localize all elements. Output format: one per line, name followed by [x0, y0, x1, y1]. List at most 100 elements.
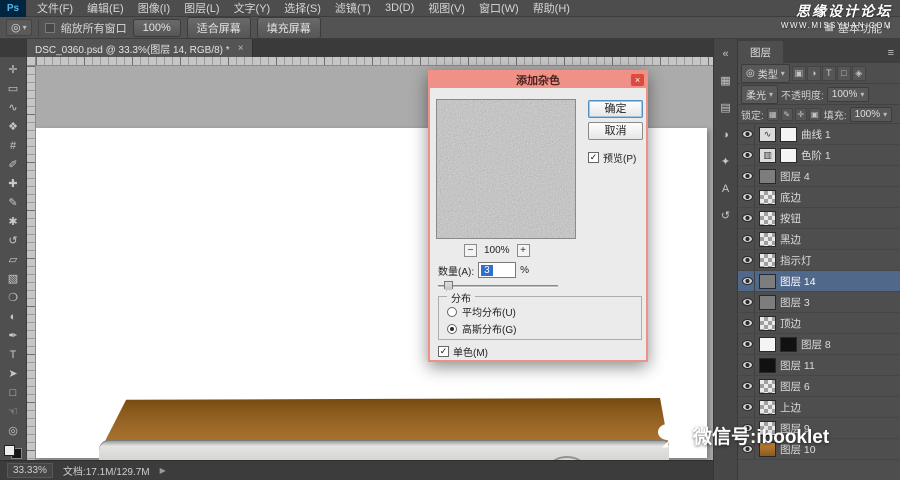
document-tab[interactable]: DSC_0360.psd @ 33.3%(图层 14, RGB/8) * × [27, 39, 253, 57]
layer-row[interactable]: 图层 14 [738, 271, 900, 292]
zoom-in-button[interactable]: + [516, 244, 530, 257]
noise-preview[interactable] [436, 99, 576, 239]
eyedropper-tool[interactable]: ✐ [2, 155, 25, 174]
expand-panels-icon[interactable]: « [716, 45, 736, 62]
zoom-all-windows-checkbox[interactable] [44, 22, 55, 33]
marquee-tool[interactable]: ▭ [2, 79, 25, 98]
tool-preset-picker[interactable]: ◎ ▾ [6, 19, 32, 36]
healing-brush-tool[interactable]: ✚ [2, 174, 25, 193]
layer-row[interactable]: 顶边 [738, 313, 900, 334]
close-tab-icon[interactable]: × [238, 43, 244, 54]
adjustments-panel-icon[interactable]: ◑ [716, 126, 736, 143]
layer-row[interactable]: 图层 11 [738, 355, 900, 376]
preview-checkbox[interactable]: ✓ [588, 152, 599, 163]
dodge-tool[interactable]: ◐ [2, 307, 25, 326]
lasso-tool[interactable]: ∿ [2, 98, 25, 117]
layer-row[interactable]: ∿ 曲线 1 [738, 124, 900, 145]
gradient-tool[interactable]: ▧ [2, 269, 25, 288]
quick-selection-tool[interactable]: ❖ [2, 117, 25, 136]
visibility-toggle[interactable] [740, 250, 755, 270]
filter-pixel-layers-icon[interactable]: ▣ [791, 65, 806, 81]
fit-screen-button[interactable]: 适合屏幕 [186, 16, 251, 39]
menu-item-filter[interactable]: 滤镜(T) [328, 0, 378, 16]
fill-select[interactable]: 100% ▾ [849, 106, 893, 122]
monochrome-checkbox[interactable]: ✓ [438, 346, 449, 357]
layer-row[interactable]: 图层 4 [738, 166, 900, 187]
visibility-toggle[interactable] [740, 187, 755, 207]
visibility-toggle[interactable] [740, 271, 755, 291]
filter-smart-objects-icon[interactable]: ◈ [851, 65, 866, 81]
layer-row[interactable]: 指示灯 [738, 250, 900, 271]
visibility-toggle[interactable] [740, 145, 755, 165]
visibility-toggle[interactable] [740, 334, 755, 354]
layer-row[interactable]: 底边 [738, 187, 900, 208]
menu-item-view[interactable]: 视图(V) [421, 0, 472, 16]
visibility-toggle[interactable] [740, 376, 755, 396]
lock-all-icon[interactable]: ▣ [808, 107, 821, 121]
eraser-tool[interactable]: ▱ [2, 250, 25, 269]
layer-row[interactable]: 图层 8 [738, 334, 900, 355]
close-icon[interactable]: × [631, 74, 644, 86]
zoom-100-button[interactable]: 100% [132, 18, 181, 37]
preview-checkbox-row[interactable]: ✓ 预览(P) [588, 150, 636, 165]
layer-row[interactable]: 黑边 [738, 229, 900, 250]
visibility-toggle[interactable] [740, 229, 755, 249]
uniform-radio-row[interactable]: 平均分布(U) [447, 304, 516, 319]
gaussian-radio-row[interactable]: 高斯分布(G) [447, 321, 516, 336]
menu-item-help[interactable]: 帮助(H) [526, 0, 577, 16]
ok-button[interactable]: 确定 [588, 100, 643, 118]
filter-shape-layers-icon[interactable]: □ [836, 65, 851, 81]
pen-tool[interactable]: ✒ [2, 326, 25, 345]
dialog-title[interactable]: 添加杂色 [430, 72, 646, 88]
gaussian-radio[interactable] [447, 323, 457, 334]
menu-item-window[interactable]: 窗口(W) [472, 0, 526, 16]
filter-type-layers-icon[interactable]: T [821, 65, 836, 81]
visibility-toggle[interactable] [740, 208, 755, 228]
zoom-level-field[interactable]: 33.33% [7, 463, 53, 478]
swatches-panel-icon[interactable]: ▤ [716, 99, 736, 116]
menu-item-3d[interactable]: 3D(D) [378, 0, 421, 16]
filter-adjustment-layers-icon[interactable]: ◑ [806, 65, 821, 81]
status-menu-arrow-icon[interactable]: ▶ [160, 466, 166, 475]
layer-row[interactable]: 上边 [738, 397, 900, 418]
layer-row[interactable]: ▥ 色阶 1 [738, 145, 900, 166]
cancel-button[interactable]: 取消 [588, 122, 643, 140]
amount-input[interactable]: 3 [478, 262, 517, 278]
character-panel-icon[interactable]: A [716, 180, 736, 197]
visibility-toggle[interactable] [740, 355, 755, 375]
zoom-tool[interactable]: ◎ [2, 421, 25, 440]
hand-tool[interactable]: ☜ [2, 402, 25, 421]
layer-row[interactable]: 图层 3 [738, 292, 900, 313]
amount-slider[interactable] [438, 281, 558, 293]
color-panel-icon[interactable]: ▦ [716, 72, 736, 89]
history-panel-icon[interactable]: ↺ [716, 207, 736, 224]
monochrome-checkbox-row[interactable]: ✓ 单色(M) [438, 344, 488, 359]
menu-item-file[interactable]: 文件(F) [30, 0, 80, 16]
menu-item-type[interactable]: 文字(Y) [227, 0, 278, 16]
crop-tool[interactable]: # [2, 136, 25, 155]
color-swatches[interactable] [3, 444, 23, 460]
layer-row[interactable]: 按钮 [738, 208, 900, 229]
lock-pixels-icon[interactable]: ✎ [780, 107, 793, 121]
path-selection-tool[interactable]: ➤ [2, 364, 25, 383]
blend-mode-select[interactable]: 柔光 ▾ [741, 84, 779, 104]
shape-tool[interactable]: □ [2, 383, 25, 402]
clone-stamp-tool[interactable]: ✱ [2, 212, 25, 231]
panel-menu-icon[interactable]: ≡ [882, 47, 900, 63]
visibility-toggle[interactable] [740, 124, 755, 144]
foreground-color-swatch[interactable] [4, 445, 15, 456]
menu-item-select[interactable]: 选择(S) [277, 0, 328, 16]
visibility-toggle[interactable] [740, 397, 755, 417]
visibility-toggle[interactable] [740, 166, 755, 186]
brush-tool[interactable]: ✎ [2, 193, 25, 212]
menu-item-image[interactable]: 图像(I) [131, 0, 177, 16]
tab-layers[interactable]: 图层 [738, 41, 783, 63]
styles-panel-icon[interactable]: ✦ [716, 153, 736, 170]
blur-tool[interactable]: ❍ [2, 288, 25, 307]
lock-transparency-icon[interactable]: ▦ [766, 107, 779, 121]
zoom-out-button[interactable]: − [464, 244, 477, 257]
type-tool[interactable]: T [2, 345, 25, 364]
menu-item-edit[interactable]: 编辑(E) [80, 0, 131, 16]
fill-screen-button[interactable]: 填充屏幕 [256, 16, 321, 39]
visibility-toggle[interactable] [740, 292, 755, 312]
